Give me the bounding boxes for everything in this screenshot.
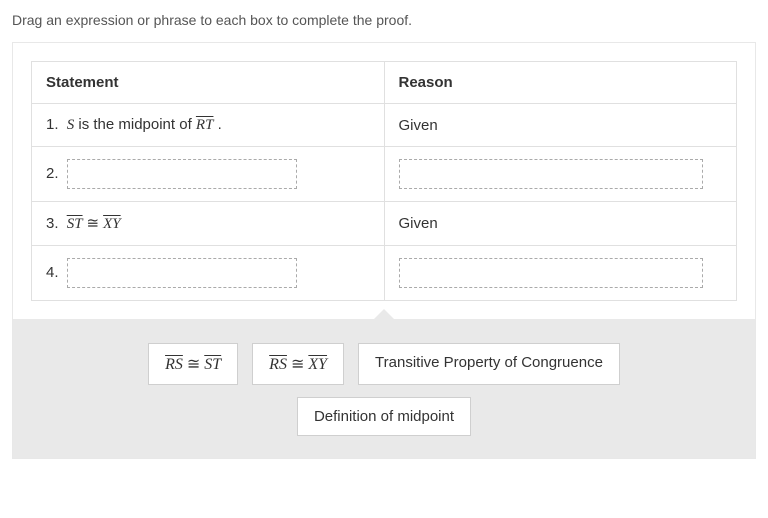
- segment-xy: XY: [308, 355, 327, 373]
- proof-container: Statement Reason 1. S is the midpoint of…: [12, 42, 756, 459]
- dropzone-reason-4[interactable]: [399, 258, 703, 288]
- reason-cell-3: Given: [384, 202, 737, 246]
- tray-arrow-icon: [372, 309, 396, 321]
- text-post: .: [213, 116, 221, 133]
- dropzone-statement-4[interactable]: [67, 258, 297, 288]
- congruent-symbol: ≅: [183, 356, 204, 373]
- table-row: 4.: [32, 246, 737, 301]
- header-reason: Reason: [384, 62, 737, 104]
- answer-tray: RS≅ST RS≅XY Transitive Property of Congr…: [13, 319, 755, 458]
- segment-rt: RT: [196, 116, 214, 133]
- dropzone-statement-2[interactable]: [67, 159, 297, 189]
- row-number: 3.: [46, 215, 59, 232]
- row-number: 2.: [46, 165, 59, 182]
- tile-transitive[interactable]: Transitive Property of Congruence: [358, 343, 620, 385]
- dropzone-reason-2[interactable]: [399, 159, 703, 189]
- tile-rs-xy[interactable]: RS≅XY: [252, 343, 344, 385]
- table-row: 2.: [32, 147, 737, 202]
- header-statement: Statement: [32, 62, 385, 104]
- segment-rs: RS: [269, 355, 287, 373]
- tray-row-1: RS≅ST RS≅XY Transitive Property of Congr…: [27, 343, 741, 385]
- congruent-symbol: ≅: [287, 356, 308, 373]
- congruent-symbol: ≅: [83, 216, 104, 232]
- segment-rs: RS: [165, 355, 183, 373]
- statement-cell-4: 4.: [32, 246, 385, 301]
- row-number: 1.: [46, 116, 59, 133]
- statement-cell-3: 3. ST≅XY: [32, 202, 385, 246]
- segment-xy: XY: [103, 215, 121, 232]
- table-row: 1. S is the midpoint of RT . Given: [32, 104, 737, 147]
- instruction-text: Drag an expression or phrase to each box…: [12, 12, 756, 28]
- table-row: 3. ST≅XY Given: [32, 202, 737, 246]
- reason-cell-1: Given: [384, 104, 737, 147]
- segment-st: ST: [204, 355, 221, 373]
- text-mid: is the midpoint of: [74, 116, 196, 133]
- tile-rs-st[interactable]: RS≅ST: [148, 343, 238, 385]
- proof-table: Statement Reason 1. S is the midpoint of…: [31, 61, 737, 301]
- row-number: 4.: [46, 264, 59, 281]
- segment-st: ST: [67, 215, 83, 232]
- reason-cell-4: [384, 246, 737, 301]
- tile-definition-midpoint[interactable]: Definition of midpoint: [297, 397, 471, 436]
- statement-cell-1: 1. S is the midpoint of RT .: [32, 104, 385, 147]
- reason-cell-2: [384, 147, 737, 202]
- tray-row-2: Definition of midpoint: [27, 397, 741, 436]
- statement-cell-2: 2.: [32, 147, 385, 202]
